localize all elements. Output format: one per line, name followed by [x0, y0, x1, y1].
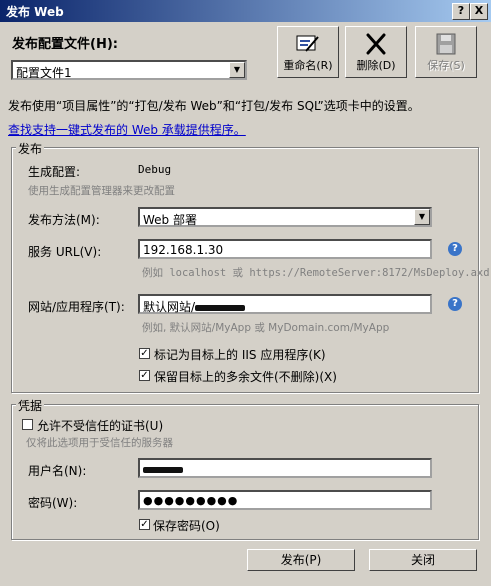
allow-untrusted-checkbox[interactable] — [22, 419, 33, 430]
redacted-text — [143, 466, 183, 473]
delete-button[interactable]: 删除(D) — [345, 26, 407, 78]
floppy-disk-icon — [436, 33, 456, 55]
password-value: ●●●●●●●●● — [143, 494, 239, 507]
window-title: 发布 Web — [6, 5, 64, 19]
password-input[interactable]: ●●●●●●●●● — [138, 490, 432, 510]
title-bar[interactable]: 发布 Web ? X — [0, 0, 491, 22]
publish-method-label: 发布方法(M): — [28, 213, 100, 227]
credentials-group-legend: 凭据 — [16, 397, 45, 414]
rename-icon — [296, 35, 319, 52]
service-url-hint: 例如 localhost 或 https://RemoteServer:8172… — [142, 267, 490, 279]
publish-method-select[interactable]: Web 部署 ▼ — [138, 207, 432, 227]
delete-button-label: 删除(D) — [356, 59, 396, 72]
publish-button[interactable]: 发布(P) — [247, 549, 355, 571]
mark-iis-label: 标记为目标上的 IIS 应用程序(K) — [154, 348, 326, 362]
service-url-input[interactable]: 192.168.1.30 — [138, 239, 432, 259]
help-icon[interactable]: ? — [448, 297, 462, 311]
build-config-hint: 使用生成配置管理器来更改配置 — [28, 185, 175, 197]
save-button[interactable]: 保存(S) — [415, 26, 477, 78]
redacted-text — [195, 304, 246, 311]
build-config-value: Debug — [138, 163, 172, 176]
keep-files-checkbox[interactable]: ✓ — [139, 370, 150, 381]
allow-untrusted-label: 允许不受信任的证书(U) — [37, 419, 164, 433]
close-title-button[interactable]: X — [470, 3, 488, 20]
keep-files-label: 保留目标上的多余文件(不删除)(X) — [154, 370, 337, 384]
chevron-down-icon[interactable]: ▼ — [414, 209, 430, 225]
site-input[interactable]: 默认网站/ — [138, 294, 432, 314]
profile-label: 发布配置文件(H): — [12, 37, 118, 52]
description-text: 发布使用“项目属性”的“打包/发布 Web”和“打包/发布 SQL”选项卡中的设… — [8, 99, 420, 113]
delete-x-icon — [366, 33, 386, 55]
username-input[interactable] — [138, 458, 432, 478]
hosting-provider-link[interactable]: 查找支持一键式发布的 Web 承载提供程序。 — [8, 121, 246, 138]
save-password-label: 保存密码(O) — [153, 519, 220, 533]
close-button[interactable]: 关闭 — [369, 549, 477, 571]
site-label: 网站/应用程序(T): — [28, 300, 125, 314]
username-value — [143, 462, 183, 476]
publish-group-legend: 发布 — [16, 140, 45, 157]
service-url-label: 服务 URL(V): — [28, 245, 102, 259]
username-label: 用户名(N): — [28, 464, 87, 478]
save-password-checkbox[interactable]: ✓ — [139, 519, 150, 530]
profile-select-value: 配置文件1 — [16, 66, 72, 80]
mark-iis-checkbox[interactable]: ✓ — [139, 348, 150, 359]
save-button-label: 保存(S) — [427, 59, 465, 72]
help-title-button[interactable]: ? — [452, 3, 470, 20]
site-hint: 例如, 默认网站/MyApp 或 MyDomain.com/MyApp — [142, 322, 390, 334]
allow-untrusted-hint: 仅将此选项用于受信任的服务器 — [26, 437, 173, 449]
chevron-down-icon[interactable]: ▼ — [229, 62, 245, 78]
service-url-value: 192.168.1.30 — [143, 243, 224, 257]
help-icon[interactable]: ? — [448, 242, 462, 256]
password-label: 密码(W): — [28, 496, 78, 510]
rename-button-label: 重命名(R) — [283, 59, 333, 72]
site-value: 默认网站/ — [143, 298, 246, 315]
rename-button[interactable]: 重命名(R) — [277, 26, 339, 78]
build-config-label: 生成配置: — [28, 165, 81, 179]
profile-select[interactable]: 配置文件1 ▼ — [11, 60, 247, 80]
publish-method-value: Web 部署 — [143, 213, 197, 227]
